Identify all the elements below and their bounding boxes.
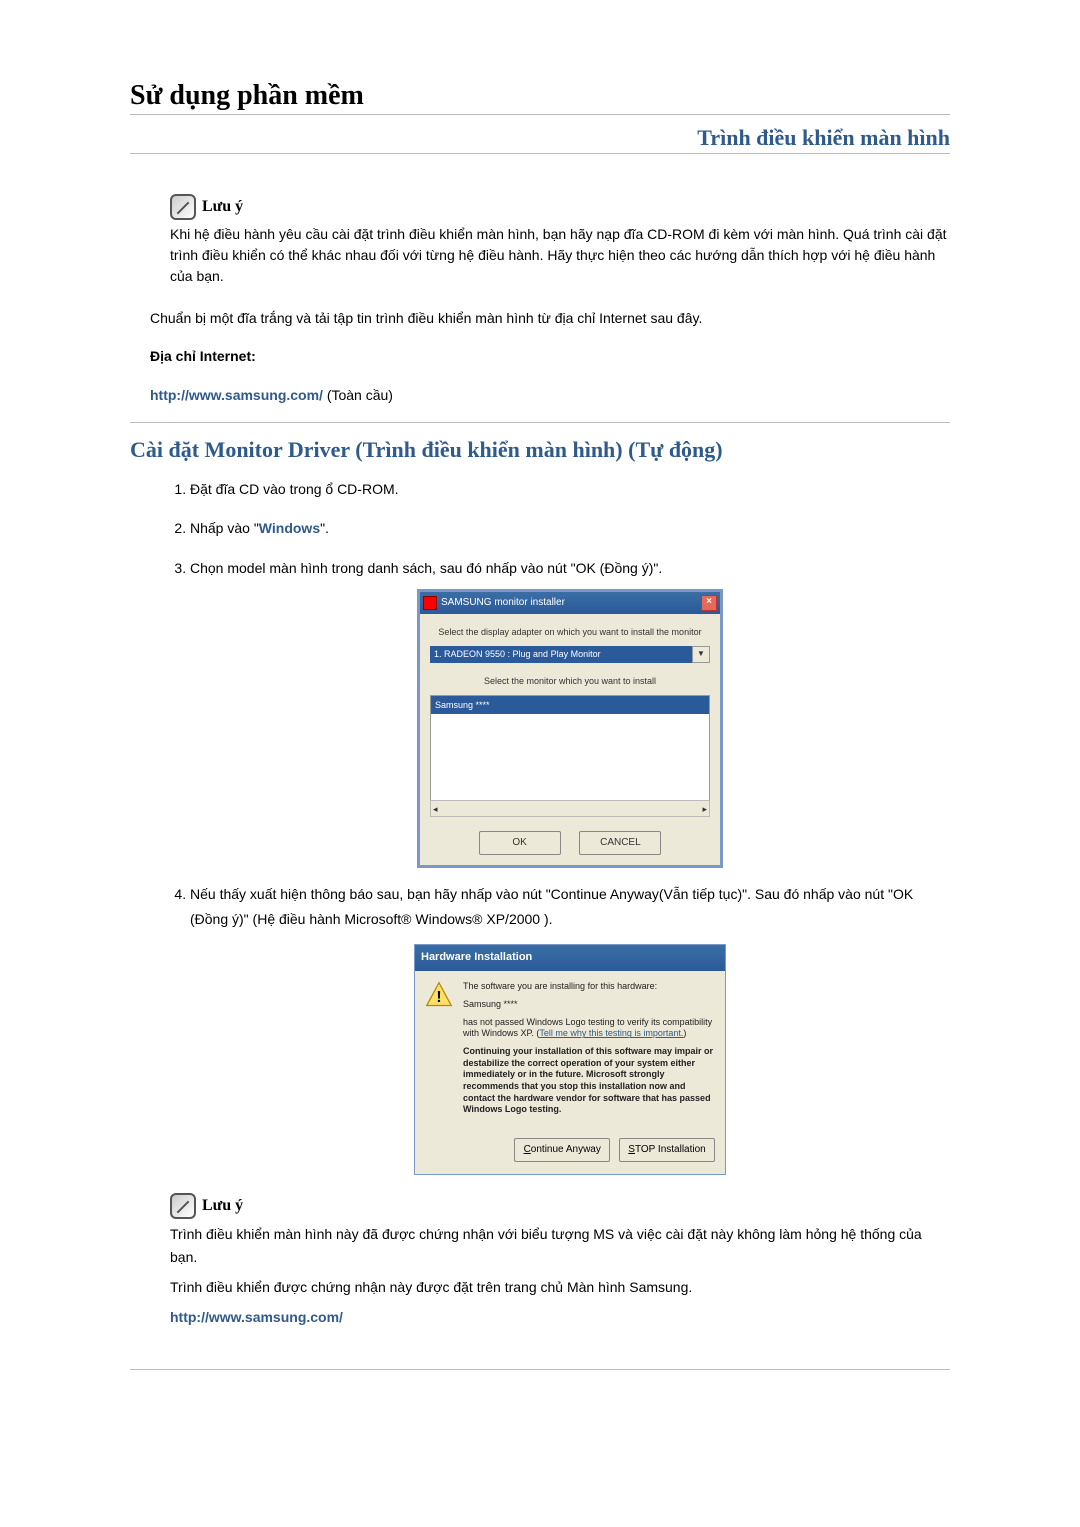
step-4: Nếu thấy xuất hiện thông báo sau, bạn hã…	[190, 882, 950, 1175]
step-2: Nhấp vào "Windows".	[190, 516, 950, 541]
installer-label-1: Select the display adapter on which you …	[430, 624, 710, 640]
hardware-dialog: Hardware Installation ! The software you…	[414, 944, 726, 1175]
installer-titlebar: SAMSUNG monitor installer ×	[420, 592, 720, 614]
installer-window: SAMSUNG monitor installer × Select the d…	[417, 589, 723, 868]
section-subtitle: Trình điều khiển màn hình	[130, 125, 950, 154]
step-3: Chọn model màn hình trong danh sách, sau…	[190, 556, 950, 869]
step-1: Đặt đĩa CD vào trong ổ CD-ROM.	[190, 477, 950, 502]
hw-warning-text: Continuing your installation of this sof…	[463, 1046, 715, 1116]
dropdown-arrow-icon[interactable]: ▼	[692, 646, 710, 663]
note-block-1: Lưu ý Khi hệ điều hành yêu cầu cài đặt t…	[170, 194, 950, 287]
internet-label: Địa chỉ Internet:	[150, 345, 950, 367]
step-4-text: Nếu thấy xuất hiện thông báo sau, bạn hã…	[190, 886, 913, 927]
close-icon[interactable]: ×	[701, 595, 717, 611]
ok-button[interactable]: OK	[479, 831, 561, 855]
step-3-text: Chọn model màn hình trong danh sách, sau…	[190, 560, 662, 576]
app-icon	[423, 596, 437, 610]
note2-line1: Trình điều khiển màn hình này đã được ch…	[170, 1223, 950, 1268]
internet-url-line: http://www.samsung.com/ (Toàn cầu)	[150, 384, 950, 406]
hw-line-1: The software you are installing for this…	[463, 981, 715, 993]
url-suffix: (Toàn cầu)	[323, 387, 393, 403]
windows-link[interactable]: Windows	[259, 520, 320, 536]
samsung-link-2[interactable]: http://www.samsung.com/	[170, 1309, 343, 1325]
adapter-selected: 1. RADEON 9550 : Plug and Play Monitor	[430, 646, 692, 663]
section-title-install: Cài đặt Monitor Driver (Trình điều khiển…	[130, 437, 950, 463]
note2-line2: Trình điều khiển được chứng nhận này đượ…	[170, 1276, 950, 1298]
note-body: Khi hệ điều hành yêu cầu cài đặt trình đ…	[170, 224, 950, 287]
hw-line-3: has not passed Windows Logo testing to v…	[463, 1017, 715, 1040]
note-block-2: Lưu ý Trình điều khiển màn hình này đã đ…	[170, 1193, 950, 1329]
hw-why-link[interactable]: Tell me why this testing is important.	[539, 1028, 683, 1038]
installer-label-2: Select the monitor which you want to ins…	[430, 673, 710, 689]
warning-icon: !	[425, 981, 453, 1009]
continue-anyway-button[interactable]: Continue Anyway	[514, 1138, 610, 1162]
monitor-selected-item[interactable]: Samsung ****	[431, 696, 709, 714]
adapter-dropdown[interactable]: 1. RADEON 9550 : Plug and Play Monitor ▼	[430, 646, 710, 663]
note-icon	[170, 1193, 196, 1219]
scroll-left-icon[interactable]: ◂	[433, 801, 438, 817]
samsung-link[interactable]: http://www.samsung.com/	[150, 387, 323, 403]
prep-text: Chuẩn bị một đĩa trắng và tải tập tin tr…	[150, 307, 950, 329]
note-label: Lưu ý	[202, 1194, 243, 1218]
steps-list: Đặt đĩa CD vào trong ổ CD-ROM. Nhấp vào …	[130, 477, 950, 1175]
installer-title: SAMSUNG monitor installer	[441, 594, 565, 612]
page-title: Sử dụng phần mềm	[130, 80, 950, 115]
bottom-divider	[130, 1369, 950, 1370]
hw-dialog-title: Hardware Installation	[415, 945, 725, 971]
scroll-right-icon[interactable]: ▸	[702, 801, 707, 817]
divider	[130, 422, 950, 423]
hw-line-2: Samsung ****	[463, 999, 715, 1011]
monitor-listbox[interactable]: Samsung **** ◂ ▸	[430, 695, 710, 817]
cancel-button[interactable]: CANCEL	[579, 831, 661, 855]
stop-installation-button[interactable]: STOP Installation	[619, 1138, 715, 1162]
step-2-prefix: Nhấp vào "	[190, 520, 259, 536]
note-label: Lưu ý	[202, 195, 243, 219]
step-2-suffix: ".	[320, 520, 329, 536]
note-icon	[170, 194, 196, 220]
svg-text:!: !	[436, 989, 441, 1006]
list-scrollbar[interactable]: ◂ ▸	[430, 800, 710, 817]
